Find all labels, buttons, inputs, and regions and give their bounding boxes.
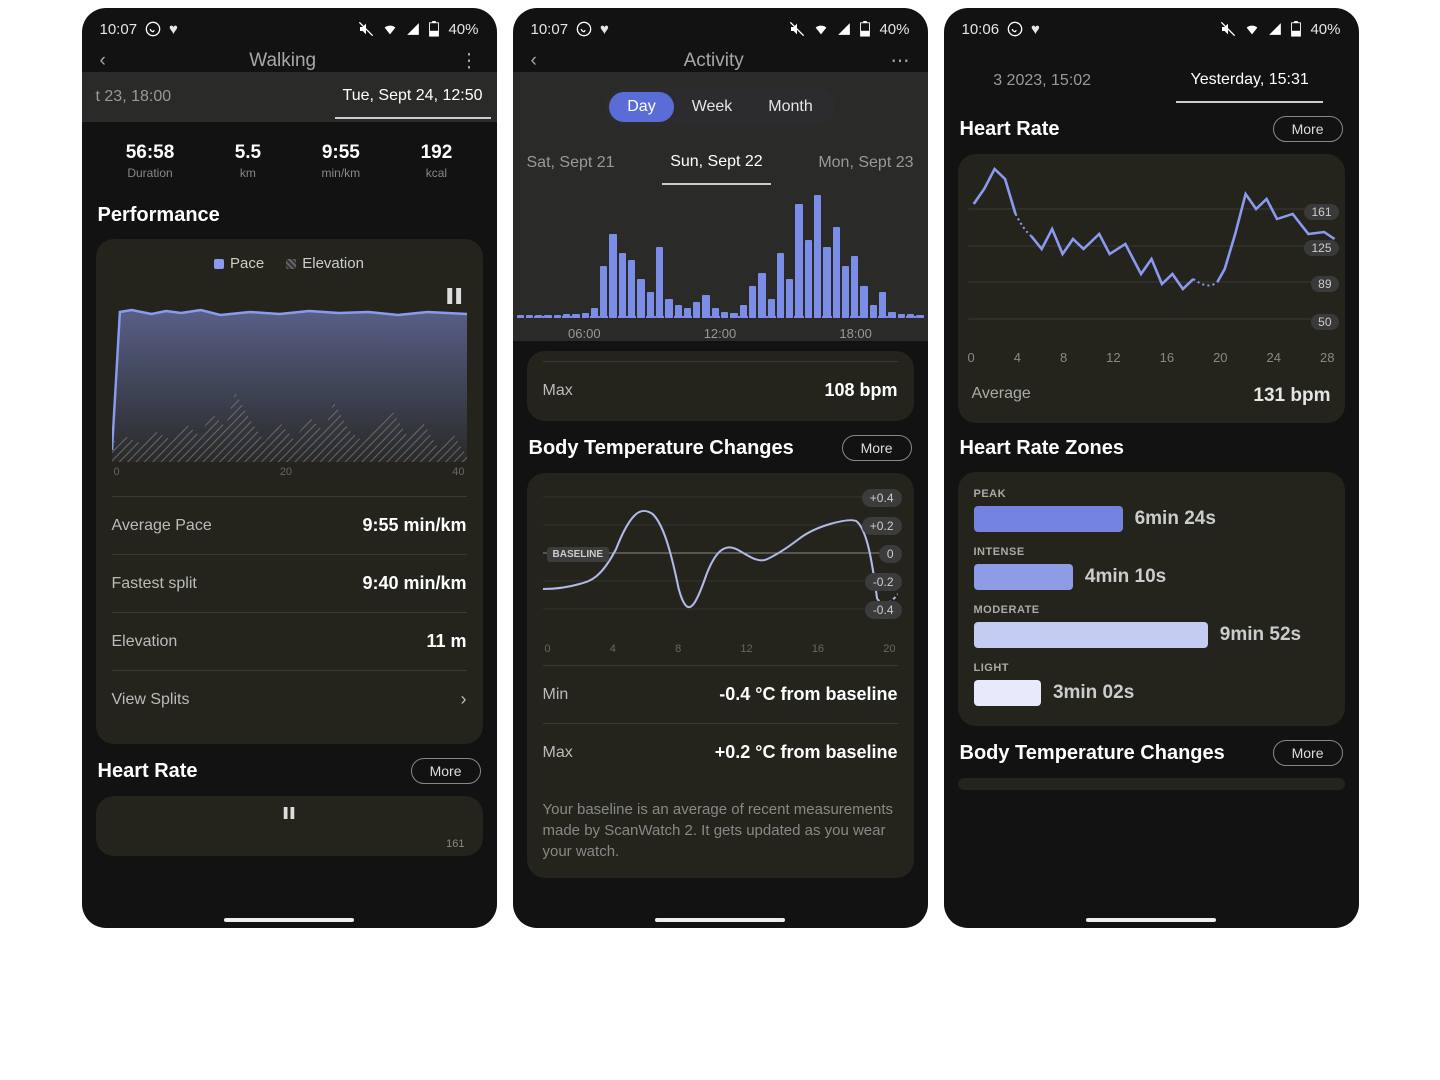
heart-icon: ♥ [169,21,178,38]
stat-duration: 56:58Duration [126,142,175,180]
status-bar: 10:07 ♥ 40% [513,8,928,50]
date-active[interactable]: Tue, Sept 24, 12:50 [335,75,491,119]
home-indicator[interactable] [655,918,785,922]
home-indicator[interactable] [224,918,354,922]
more-button[interactable]: More [1273,740,1343,766]
stat-pace: 9:55min/km [322,142,361,180]
date-tabs[interactable]: 3 2023, 15:02 Yesterday, 15:31 [944,56,1359,106]
max-bpm-row: Max108 bpm [543,362,898,419]
signal-icon [406,22,420,36]
home-indicator[interactable] [1086,918,1216,922]
temp-max-row: Max+0.2 °C from baseline [543,723,898,781]
battery-text: 40% [879,21,909,38]
whatsapp-icon [576,21,592,37]
hr-title: Heart Rate More [960,116,1343,142]
heart-rate-title: Heart Rate More [98,758,481,784]
zone-light: LIGHT 3min 02s [974,662,1329,706]
fastest-split-row: Fastest split9:40 min/km [112,554,467,612]
date-active[interactable]: Sun, Sept 22 [662,141,771,185]
wifi-icon [1244,21,1260,37]
phone-heartrate: 10:06 ♥ 40% 3 2023, 15:02 Yesterday, 15:… [944,8,1359,928]
battery-icon [859,21,871,37]
seg-month[interactable]: Month [750,92,830,122]
temp-chart[interactable]: +0.4 +0.2 0 -0.2 -0.4 BASELINE [543,489,898,639]
status-time: 10:06 [962,21,1000,38]
signal-icon [837,22,851,36]
date-active[interactable]: Yesterday, 15:31 [1176,59,1322,103]
more-button[interactable]: More [842,435,912,461]
battery-text: 40% [1310,21,1340,38]
phone-walking: 10:07 ♥ 40% ‹ Walking ⋮ t 23 [82,8,497,928]
date-prev[interactable]: 3 2023, 15:02 [979,60,1105,102]
whatsapp-icon [1007,21,1023,37]
activity-bar-chart[interactable] [517,188,924,318]
legend-pace: Pace [230,255,264,272]
menu-icon[interactable]: ⋯ [890,50,909,72]
page-title: Activity [684,50,744,72]
period-segmented[interactable]: Day Week Month [605,88,835,126]
seg-week[interactable]: Week [674,92,751,122]
pace-elevation-chart[interactable] [112,282,467,462]
mute-icon [1220,21,1236,37]
temp-card: +0.4 +0.2 0 -0.2 -0.4 BASELINE 048 [527,473,914,878]
mute-icon [789,21,805,37]
back-icon[interactable]: ‹ [531,50,537,72]
more-button[interactable]: More [411,758,481,784]
seg-day[interactable]: Day [609,92,673,122]
temp-title: Body Temperature Changes More [529,435,912,461]
heart-icon: ♥ [600,21,609,38]
zone-peak: PEAK 6min 24s [974,488,1329,532]
avg-pace-row: Average Pace9:55 min/km [112,496,467,554]
status-bar: 10:07 ♥ 40% [82,8,497,50]
date-next[interactable]: Mon, Sept 23 [810,142,921,184]
legend-elevation: Elevation [302,255,364,272]
hr-chart[interactable]: 161 125 89 50 [958,154,1345,344]
nav-header: ‹ Walking ⋮ [82,50,497,72]
battery-text: 40% [448,21,478,38]
hr-card-preview[interactable]: 161 [96,796,483,856]
phone-activity: 10:07 ♥ 40% ‹ Activity ⋯ Day Week Month … [513,8,928,928]
wifi-icon [813,21,829,37]
zone-moderate: MODERATE 9min 52s [974,604,1329,648]
battery-icon [428,21,440,37]
baseline-info: Your baseline is an average of recent me… [543,799,898,862]
chevron-right-icon: › [461,689,467,710]
hr-average-row: Average131 bpm [958,365,1345,423]
stats-row: 56:58Duration 5.5km 9:55min/km 192kcal [96,122,483,190]
stat-kcal: 192kcal [421,142,453,180]
menu-icon[interactable]: ⋮ [459,50,478,72]
date-prev[interactable]: t 23, 18:00 [88,76,180,118]
zones-card: PEAK 6min 24s INTENSE 4min 10s MODERATE … [958,472,1345,726]
mute-icon [358,21,374,37]
date-prev[interactable]: Sat, Sept 21 [519,142,623,184]
signal-icon [1268,22,1282,36]
temp-card-preview[interactable] [958,778,1345,790]
date-tabs[interactable]: Sat, Sept 21 Sun, Sept 22 Mon, Sept 23 [513,138,928,188]
elevation-row: Elevation11 m [112,612,467,670]
wifi-icon [382,21,398,37]
temp-title: Body Temperature Changes More [960,740,1343,766]
more-button[interactable]: More [1273,116,1343,142]
status-time: 10:07 [531,21,569,38]
view-splits-row[interactable]: View Splits› [112,670,467,728]
performance-card: Pace Elevation [96,239,483,744]
temp-min-row: Min-0.4 °C from baseline [543,665,898,723]
hr-chart-card: 161 125 89 50 048 121620 [958,154,1345,423]
battery-icon [1290,21,1302,37]
page-title: Walking [249,50,316,72]
stat-distance: 5.5km [235,142,261,180]
status-time: 10:07 [100,21,138,38]
date-tabs[interactable]: t 23, 18:00 Tue, Sept 24, 12:50 [82,72,497,122]
whatsapp-icon [145,21,161,37]
back-icon[interactable]: ‹ [100,50,106,72]
zone-intense: INTENSE 4min 10s [974,546,1329,590]
zones-title: Heart Rate Zones [960,437,1343,460]
status-bar: 10:06 ♥ 40% [944,8,1359,50]
performance-title: Performance [98,204,481,227]
heart-icon: ♥ [1031,21,1040,38]
nav-header: ‹ Activity ⋯ [513,50,928,72]
